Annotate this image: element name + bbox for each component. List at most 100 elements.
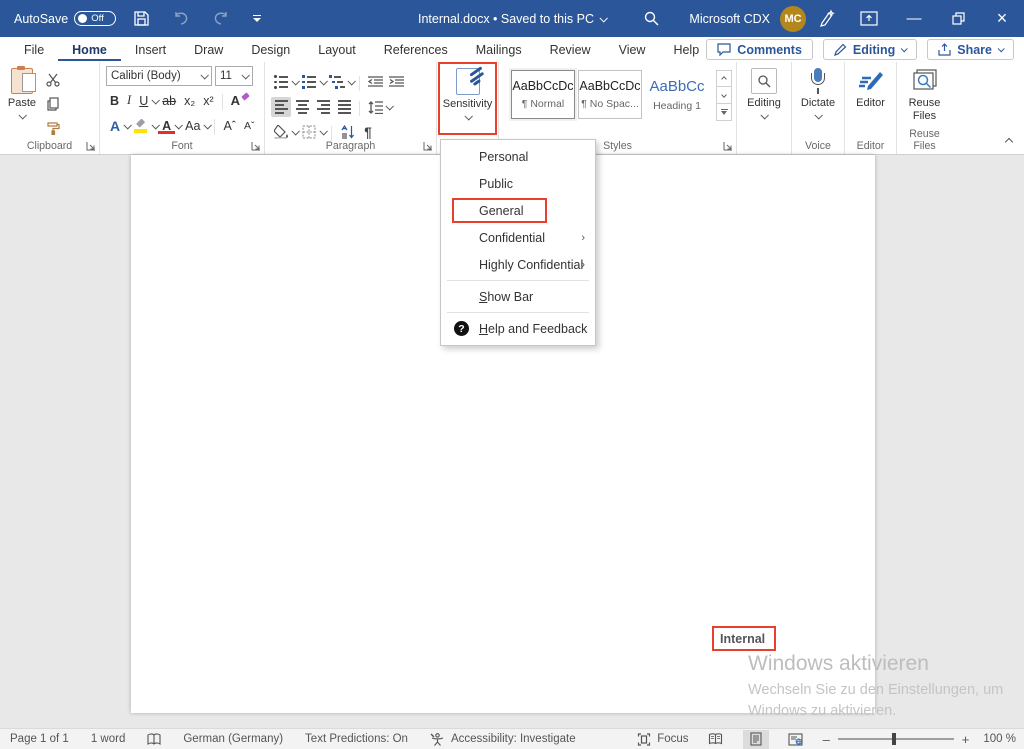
- menu-item-public[interactable]: Public: [441, 170, 595, 197]
- styles-scroll-up[interactable]: [717, 71, 731, 87]
- line-spacing-button[interactable]: [365, 97, 385, 117]
- strikethrough-button[interactable]: ab: [158, 94, 180, 108]
- chevron-down-icon[interactable]: [204, 121, 212, 129]
- redo-icon[interactable]: [206, 6, 236, 32]
- tab-help[interactable]: Help: [659, 39, 713, 61]
- close-button[interactable]: ×: [980, 0, 1024, 37]
- subscript-button[interactable]: x₂: [180, 94, 199, 108]
- decrease-indent-button[interactable]: [365, 72, 385, 92]
- tab-insert[interactable]: Insert: [121, 39, 180, 61]
- multilevel-list-button[interactable]: [327, 72, 347, 92]
- style-no-spacing[interactable]: AaBbCcDc ¶ No Spac...: [578, 70, 642, 119]
- minimize-button[interactable]: —: [892, 0, 936, 37]
- zoom-slider-thumb[interactable]: [892, 733, 896, 745]
- show-formatting-marks-button[interactable]: ¶: [358, 122, 378, 142]
- reuse-files-button[interactable]: ReuseFiles: [897, 62, 952, 134]
- menu-item-highly-confidential[interactable]: Highly Confidential ›: [441, 251, 595, 278]
- font-name-select[interactable]: Calibri (Body): [106, 66, 212, 86]
- bullet-list-button[interactable]: [271, 72, 291, 92]
- align-left-button[interactable]: [271, 97, 291, 117]
- menu-item-show-bar[interactable]: Show Bar: [441, 283, 595, 310]
- tab-layout[interactable]: Layout: [304, 39, 370, 61]
- editing-mode-button[interactable]: Editing: [823, 39, 917, 60]
- page-indicator[interactable]: Page 1 of 1: [10, 733, 69, 745]
- align-center-button[interactable]: [292, 97, 312, 117]
- styles-dialog-launcher[interactable]: [723, 141, 733, 151]
- tab-view[interactable]: View: [605, 39, 660, 61]
- shading-button[interactable]: [271, 122, 291, 142]
- align-right-button[interactable]: [313, 97, 333, 117]
- language-indicator[interactable]: German (Germany): [183, 733, 283, 745]
- zoom-level[interactable]: 100 %: [983, 733, 1016, 745]
- restore-button[interactable]: [936, 0, 980, 37]
- justify-button[interactable]: [334, 97, 354, 117]
- clear-formatting-button[interactable]: A: [227, 93, 244, 108]
- numbered-list-button[interactable]: [299, 72, 319, 92]
- superscript-button[interactable]: x²: [199, 94, 217, 108]
- ribbon-display-options-icon[interactable]: [860, 11, 878, 26]
- editing-button[interactable]: Editing: [737, 62, 791, 134]
- text-effects-button[interactable]: A: [106, 118, 124, 134]
- account-name[interactable]: Microsoft CDX: [689, 12, 770, 26]
- web-layout-button[interactable]: [783, 730, 809, 749]
- tab-references[interactable]: References: [370, 39, 462, 61]
- tab-home[interactable]: Home: [58, 39, 121, 61]
- tab-design[interactable]: Design: [237, 39, 304, 61]
- autosave-switch[interactable]: Off: [74, 11, 116, 26]
- autosave-toggle[interactable]: AutoSave Off: [14, 11, 116, 26]
- cut-icon[interactable]: [44, 70, 62, 90]
- copy-icon[interactable]: [44, 94, 62, 114]
- underline-button[interactable]: U: [135, 94, 152, 108]
- styles-gallery-more[interactable]: [717, 104, 731, 120]
- dictate-button[interactable]: Dictate: [792, 62, 844, 134]
- style-normal[interactable]: AaBbCcDc ¶ Normal: [511, 70, 575, 119]
- read-mode-button[interactable]: [703, 730, 729, 749]
- menu-item-confidential[interactable]: Confidential ›: [441, 224, 595, 251]
- styles-scroll-down[interactable]: [717, 87, 731, 103]
- tab-draw[interactable]: Draw: [180, 39, 237, 61]
- sensitivity-button[interactable]: Sensitivity: [439, 62, 497, 134]
- menu-item-help-and-feedback[interactable]: ? Help and Feedback: [441, 315, 595, 342]
- tab-mailings[interactable]: Mailings: [462, 39, 536, 61]
- bold-button[interactable]: B: [106, 94, 123, 108]
- italic-button[interactable]: I: [123, 93, 135, 108]
- tab-file[interactable]: File: [10, 39, 58, 61]
- chevron-down-icon[interactable]: [319, 127, 327, 135]
- highlight-button[interactable]: [130, 119, 152, 133]
- search-icon[interactable]: [628, 6, 674, 31]
- tab-review[interactable]: Review: [536, 39, 605, 61]
- paste-button[interactable]: Paste: [0, 62, 44, 134]
- zoom-slider[interactable]: [838, 738, 954, 740]
- word-count[interactable]: 1 word: [91, 733, 126, 745]
- avatar[interactable]: MC: [780, 6, 806, 32]
- clipboard-dialog-launcher[interactable]: [86, 141, 96, 151]
- grow-font-button[interactable]: Aˆ: [219, 119, 240, 133]
- save-icon[interactable]: [126, 6, 156, 32]
- borders-button[interactable]: [299, 122, 319, 142]
- text-predictions-indicator[interactable]: Text Predictions: On: [305, 733, 408, 745]
- chevron-down-icon[interactable]: [347, 77, 355, 85]
- collapse-ribbon-icon[interactable]: [1006, 136, 1012, 148]
- format-painter-icon[interactable]: [44, 118, 62, 138]
- font-dialog-launcher[interactable]: [251, 141, 261, 151]
- increase-indent-button[interactable]: [386, 72, 406, 92]
- paragraph-dialog-launcher[interactable]: [423, 141, 433, 151]
- proofing-icon[interactable]: [147, 733, 161, 746]
- customize-quick-access-icon[interactable]: [246, 15, 268, 22]
- zoom-out-button[interactable]: –: [823, 732, 830, 747]
- comments-button[interactable]: Comments: [706, 39, 813, 60]
- menu-item-general[interactable]: General: [441, 197, 595, 224]
- zoom-in-button[interactable]: +: [962, 732, 970, 747]
- sort-button[interactable]: [337, 122, 357, 142]
- undo-icon[interactable]: [166, 6, 196, 32]
- change-case-button[interactable]: Aa: [181, 119, 204, 133]
- menu-item-personal[interactable]: Personal: [441, 143, 595, 170]
- font-size-select[interactable]: 11: [215, 66, 253, 86]
- accessibility-indicator[interactable]: Accessibility: Investigate: [430, 733, 576, 746]
- chevron-down-icon[interactable]: [385, 102, 393, 110]
- font-color-button[interactable]: A: [158, 119, 175, 133]
- share-button[interactable]: Share: [927, 39, 1014, 60]
- shrink-font-button[interactable]: Aˇ: [240, 120, 259, 132]
- print-layout-button[interactable]: [743, 730, 769, 749]
- style-heading1[interactable]: AaBbCc Heading 1: [645, 70, 709, 119]
